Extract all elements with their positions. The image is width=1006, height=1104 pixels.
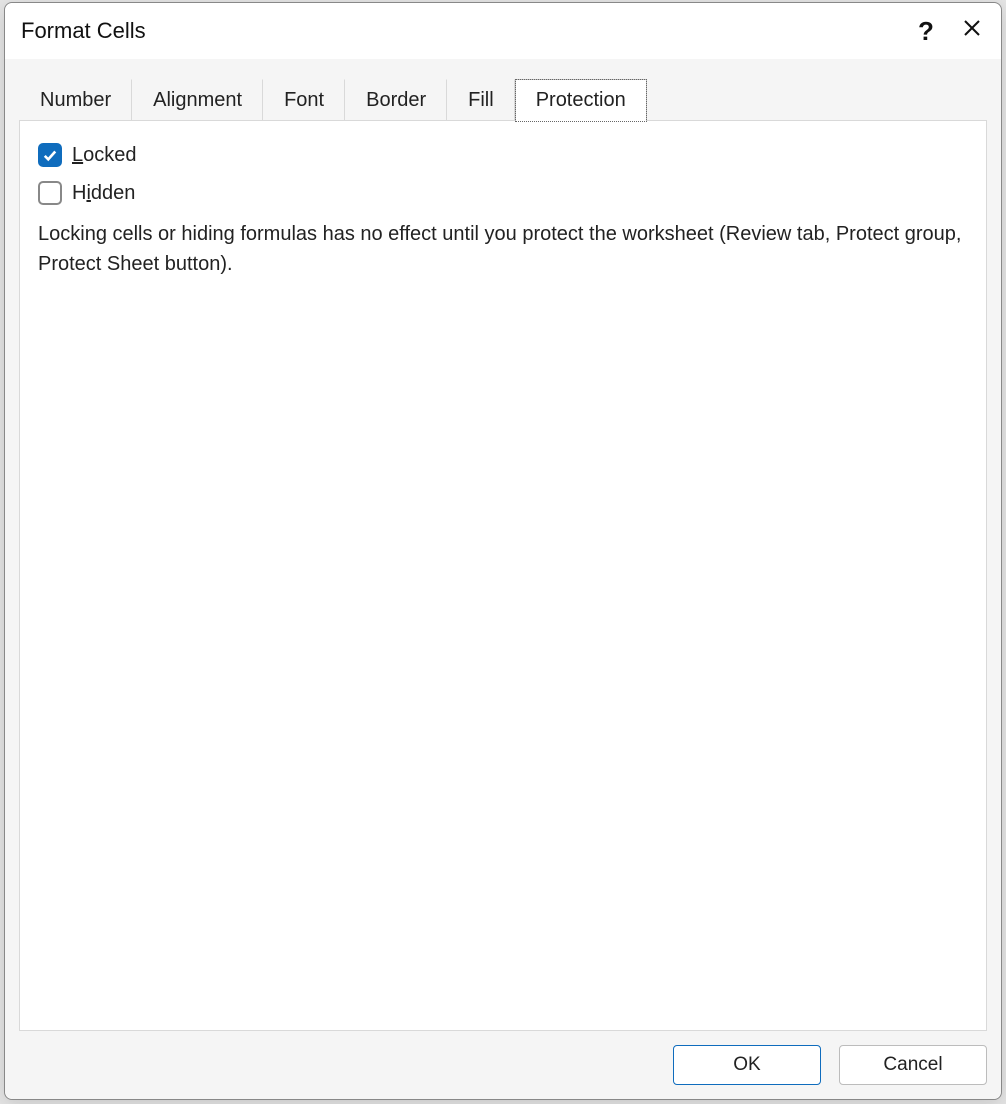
tab-border[interactable]: Border: [345, 79, 447, 121]
tab-alignment[interactable]: Alignment: [132, 79, 263, 121]
close-icon: [963, 19, 981, 43]
help-icon: ?: [918, 16, 934, 47]
hidden-checkbox[interactable]: [38, 181, 62, 205]
titlebar: Format Cells ?: [5, 3, 1001, 59]
tab-font[interactable]: Font: [263, 79, 345, 121]
locked-checkbox[interactable]: [38, 143, 62, 167]
protection-panel: Locked Hidden Locking cells or hiding fo…: [19, 120, 987, 1031]
hidden-label: Hidden: [72, 182, 135, 205]
dialog-body: Number Alignment Font Border Fill Protec…: [5, 59, 1001, 1099]
dialog-footer: OK Cancel: [19, 1031, 987, 1085]
tab-protection[interactable]: Protection: [515, 79, 647, 122]
help-button[interactable]: ?: [903, 11, 949, 51]
tab-number[interactable]: Number: [19, 79, 132, 121]
cancel-button[interactable]: Cancel: [839, 1045, 987, 1085]
dialog-title: Format Cells: [21, 18, 903, 44]
tabstrip: Number Alignment Font Border Fill Protec…: [19, 77, 987, 121]
tab-fill[interactable]: Fill: [447, 79, 515, 121]
close-button[interactable]: [949, 11, 995, 51]
hidden-checkbox-row[interactable]: Hidden: [38, 181, 135, 205]
locked-checkbox-row[interactable]: Locked: [38, 143, 137, 167]
format-cells-dialog: Format Cells ? Number Alignment Font Bor…: [4, 2, 1002, 1100]
locked-label: Locked: [72, 144, 137, 167]
ok-button[interactable]: OK: [673, 1045, 821, 1085]
check-icon: [43, 148, 57, 162]
protection-description: Locking cells or hiding formulas has no …: [38, 219, 968, 279]
